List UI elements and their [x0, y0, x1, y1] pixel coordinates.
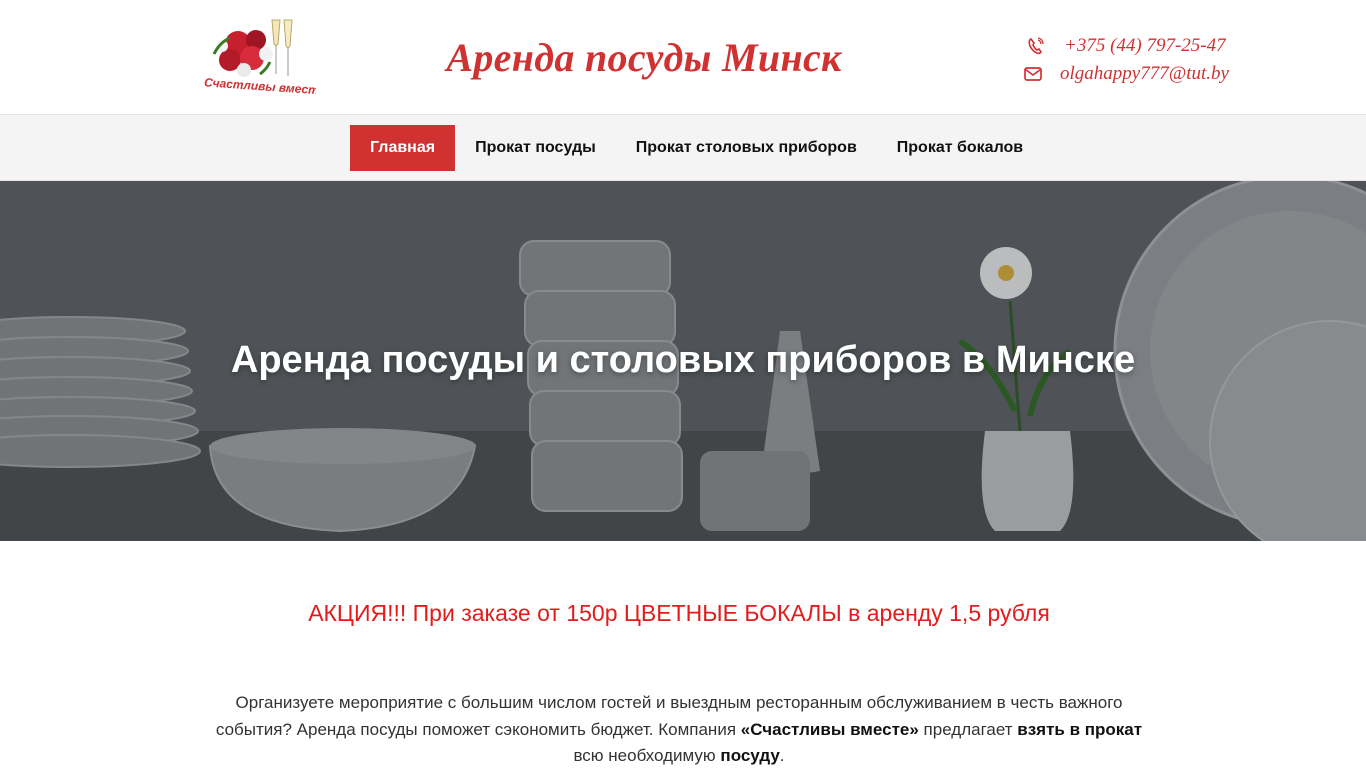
- promo-text: АКЦИЯ!!! При заказе от 150р ЦВЕТНЫЕ БОКА…: [308, 600, 1050, 626]
- intro-text-2: предлагает: [918, 719, 1018, 739]
- nav-item-cutlery-rental[interactable]: Прокат столовых приборов: [616, 125, 877, 171]
- nav-item-home[interactable]: Главная: [350, 125, 456, 171]
- intro-bold-rent: взять в прокат: [1017, 719, 1143, 739]
- envelope-icon: [1020, 64, 1046, 84]
- contacts: +375 (44) 797-25-47 olgahappy777@tut.by: [1020, 32, 1240, 88]
- intro-text-3: всю необходимую: [573, 746, 721, 765]
- nav-item-glasses-rental[interactable]: Прокат бокалов: [877, 125, 1043, 171]
- intro-bold-dishes: посуду: [720, 746, 780, 765]
- nav-item-dishes-rental[interactable]: Прокат посуды: [455, 125, 616, 171]
- intro-text-4: .: [779, 746, 785, 765]
- phone-contact[interactable]: +375 (44) 797-25-47: [1020, 32, 1240, 60]
- phone-number[interactable]: +375 (44) 797-25-47: [1064, 35, 1226, 57]
- email-address[interactable]: olgahappy777@tut.by: [1060, 63, 1229, 85]
- intro-paragraph: Организуете мероприятие с большим числом…: [210, 690, 1148, 770]
- site-header: Счастливы вместе Аренда посуды Минск +37…: [0, 0, 1366, 115]
- hero-banner: Аренда посуды и столовых приборов в Минс…: [0, 181, 1366, 541]
- phone-icon: [1026, 36, 1046, 56]
- email-contact[interactable]: olgahappy777@tut.by: [1020, 60, 1240, 88]
- main-nav: Главная Прокат посуды Прокат столовых пр…: [0, 115, 1366, 181]
- company-name: «Счастливы вместе»: [740, 719, 919, 739]
- hero-title: Аренда посуды и столовых приборов в Минс…: [230, 339, 1136, 381]
